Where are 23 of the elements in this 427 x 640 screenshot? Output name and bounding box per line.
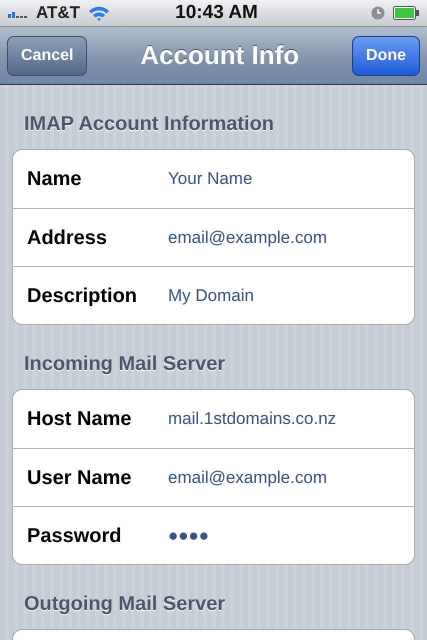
field-label: Description	[27, 284, 138, 308]
field-value[interactable]: ●●●●	[168, 522, 210, 548]
field-value[interactable]: email@example.com	[168, 464, 327, 490]
field-value[interactable]: mail.1stdomains.co.nz	[168, 406, 336, 432]
wifi-icon	[88, 5, 110, 21]
battery-icon	[393, 6, 419, 20]
navigation-title: Account Info	[140, 39, 300, 72]
clock-icon	[371, 6, 385, 20]
field-value[interactable]: My Domain	[168, 282, 254, 308]
status-time: 10:43 AM	[174, 0, 259, 25]
section-header: Outgoing Mail Server	[23, 592, 226, 617]
done-button[interactable]: Done	[352, 36, 420, 76]
section-header: IMAP Account Information	[23, 112, 275, 137]
field-label: Address	[27, 226, 108, 250]
field-label: Password	[27, 524, 122, 548]
field-value[interactable]: Your Name	[168, 166, 252, 192]
field-label: User Name	[27, 466, 133, 490]
carrier-label: AT&T	[36, 2, 80, 24]
field-label: Name	[27, 167, 82, 192]
cancel-button[interactable]: Cancel	[7, 36, 88, 76]
section-header: Incoming Mail Server	[23, 352, 226, 377]
field-label: Host Name	[27, 407, 132, 432]
field-value[interactable]: email@example.com	[168, 224, 327, 250]
